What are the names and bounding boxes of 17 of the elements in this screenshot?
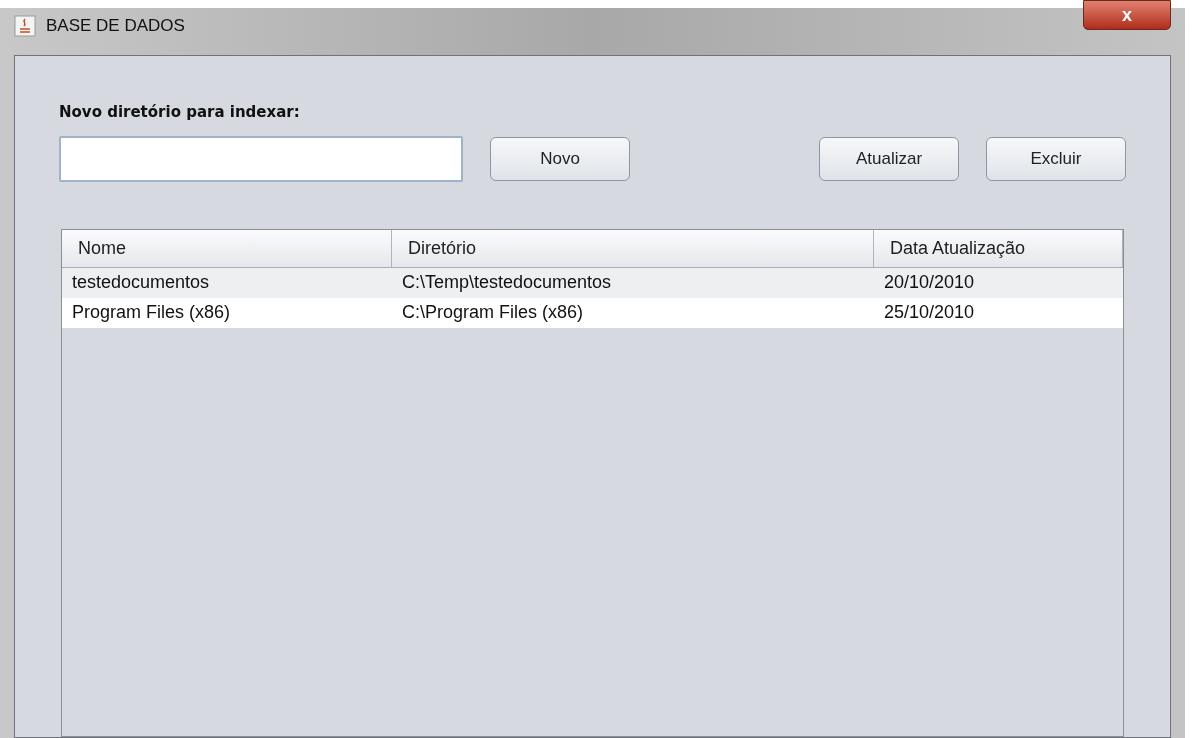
directory-input-field[interactable] [59, 135, 463, 182]
table-cell-text: Program Files (x86) [71, 301, 232, 324]
push-button[interactable]: Excluir [986, 136, 1126, 181]
push-button[interactable]: Atualizar [819, 136, 959, 181]
push-button[interactable]: Novo [490, 136, 630, 181]
table-cell-text: 20/10/2010 [883, 271, 976, 294]
table-cell-text: C:\Temp\testedocumentos [401, 271, 613, 294]
column-header[interactable]: Data Atualização [874, 229, 1123, 267]
app-icon [14, 14, 36, 37]
column-header[interactable]: Nome [62, 229, 392, 267]
table-cell-text: testedocumentos [71, 271, 211, 294]
field-label: Novo diretório para indexar: [59, 102, 301, 123]
table-cell-text: 25/10/2010 [883, 301, 976, 324]
table-cell-text: C:\Program Files (x86) [401, 301, 585, 324]
column-header[interactable]: Diretório [392, 229, 874, 267]
close-button[interactable]: x [1083, 0, 1171, 30]
window-title: BASE DE DADOS [46, 15, 185, 37]
